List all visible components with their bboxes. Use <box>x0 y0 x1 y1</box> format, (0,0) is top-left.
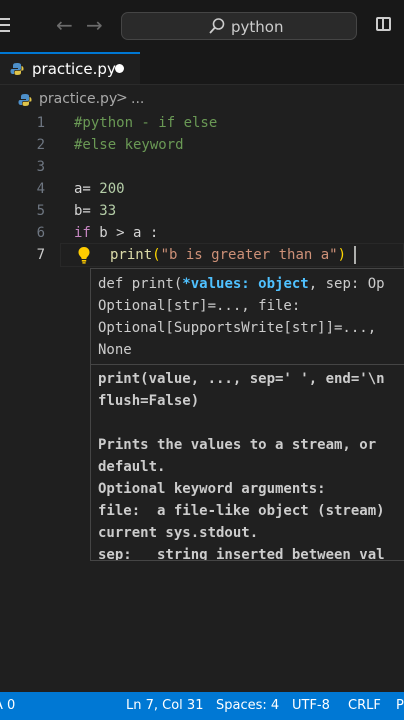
code-line: 4 a= 200 <box>0 178 404 200</box>
line-number: 5 <box>36 203 45 219</box>
toggle-sidebar-icon[interactable] <box>376 17 391 31</box>
function-signature: def print(*values: object, sep: Op Optio… <box>98 276 385 358</box>
breadcrumb-symbols[interactable]: ... <box>131 91 144 107</box>
code-line: 1 #python - if else <box>0 112 404 134</box>
command-center-search[interactable]: python <box>121 12 357 40</box>
status-line-ending[interactable]: CRLF <box>348 698 381 713</box>
chevron-right-icon: > <box>116 90 128 106</box>
search-icon <box>209 18 225 34</box>
code-text: a= 200 <box>74 181 125 197</box>
unsaved-dot-icon[interactable] <box>115 64 124 73</box>
code-line: 5 b= 33 <box>0 200 404 222</box>
text-cursor <box>354 246 356 264</box>
breadcrumb: practice.py > ... <box>0 86 404 112</box>
code-line: 2 #else keyword <box>0 134 404 156</box>
status-indentation[interactable]: Spaces: 4 <box>216 698 279 713</box>
code-text: print("b is greater than a") <box>110 247 347 263</box>
tooltip-divider <box>91 364 404 365</box>
title-bar: ← → python <box>0 0 404 53</box>
line-number: 3 <box>36 159 45 175</box>
status-bar: A 0 Ln 7, Col 31 Spaces: 4 UTF-8 CRLF P <box>0 692 404 720</box>
breadcrumb-file[interactable]: practice.py <box>39 91 117 107</box>
forward-arrow-icon[interactable]: → <box>86 13 103 37</box>
back-arrow-icon[interactable]: ← <box>56 13 73 37</box>
code-text: b= 33 <box>74 203 117 219</box>
status-language[interactable]: P <box>396 698 404 713</box>
lightbulb-icon[interactable] <box>76 246 92 264</box>
signature-help-tooltip[interactable]: def print(*values: object, sep: Op Optio… <box>90 268 404 561</box>
code-line: 3 <box>0 156 404 178</box>
line-number: 4 <box>36 181 45 197</box>
line-number: 6 <box>36 225 45 241</box>
python-file-icon <box>18 94 32 106</box>
code-text: #python - if else <box>74 115 218 131</box>
tab-label: practice.py <box>32 60 116 78</box>
code-line: 7 print("b is greater than a") <box>0 244 404 266</box>
status-cursor-position[interactable]: Ln 7, Col 31 <box>126 698 203 713</box>
search-text: python <box>231 18 284 36</box>
status-problems[interactable]: A 0 <box>0 698 15 713</box>
line-number: 1 <box>36 115 45 131</box>
function-documentation: print(value, ..., sep=' ', end='\n flush… <box>98 371 385 561</box>
code-line: 6 if b > a : <box>0 222 404 244</box>
code-text: if b > a : <box>74 225 159 241</box>
tab-practice-py[interactable]: practice.py <box>0 52 140 84</box>
status-encoding[interactable]: UTF-8 <box>292 698 330 713</box>
line-number: 2 <box>36 137 45 153</box>
tab-bar: practice.py <box>0 52 404 85</box>
code-text: #else keyword <box>74 137 184 153</box>
python-file-icon <box>10 63 24 75</box>
line-number: 7 <box>36 247 45 263</box>
menu-icon[interactable] <box>0 18 10 36</box>
